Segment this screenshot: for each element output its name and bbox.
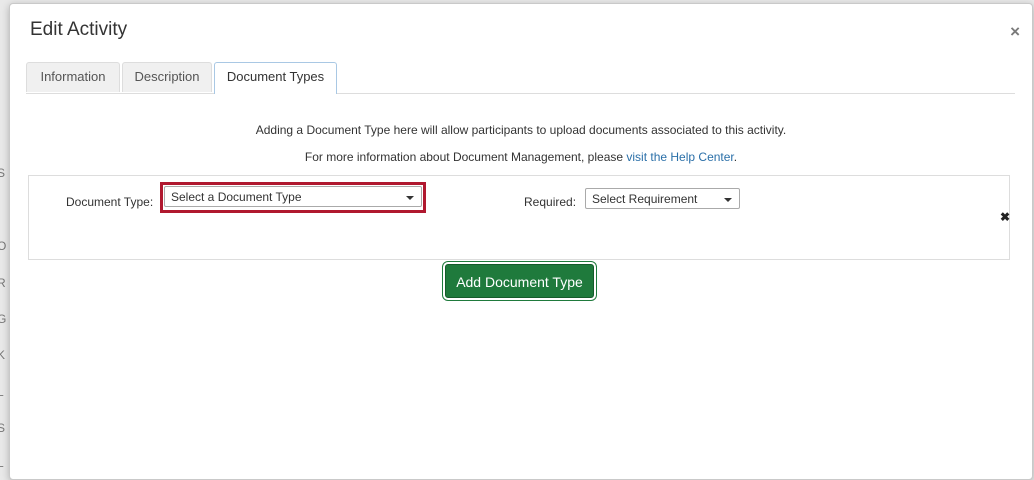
help-center-text: For more information about Document Mana… [10, 150, 1032, 164]
required-value: Select Requirement [592, 192, 698, 206]
info-text: Adding a Document Type here will allow p… [255, 123, 787, 137]
remove-row-icon[interactable]: ✖ [997, 210, 1013, 224]
document-type-select[interactable]: Select a Document Type [164, 186, 422, 207]
tab-bar: Information Description Document Types [26, 62, 1015, 94]
help-text-prefix: For more information about Document Mana… [304, 150, 627, 164]
required-select[interactable]: Select Requirement [585, 188, 740, 209]
required-label: Required: [524, 195, 577, 209]
help-center-link[interactable]: visit the Help Center [626, 150, 733, 164]
help-text-suffix: . [733, 150, 738, 164]
tab-information[interactable]: Information [26, 62, 120, 92]
document-type-label: Document Type: [66, 195, 154, 209]
add-document-type-button[interactable]: Add Document Type [445, 264, 594, 298]
close-icon[interactable]: × [1010, 23, 1020, 40]
tab-document-types[interactable]: Document Types [214, 62, 337, 94]
document-type-value: Select a Document Type [171, 190, 302, 204]
chevron-down-icon [406, 196, 414, 200]
tab-description[interactable]: Description [122, 62, 212, 92]
modal-title: Edit Activity [30, 19, 128, 40]
edit-activity-modal: Edit Activity × Information Description … [9, 3, 1033, 480]
chevron-down-icon [724, 198, 732, 202]
document-type-row: Document Type: Select a Document Type Re… [28, 175, 1010, 260]
